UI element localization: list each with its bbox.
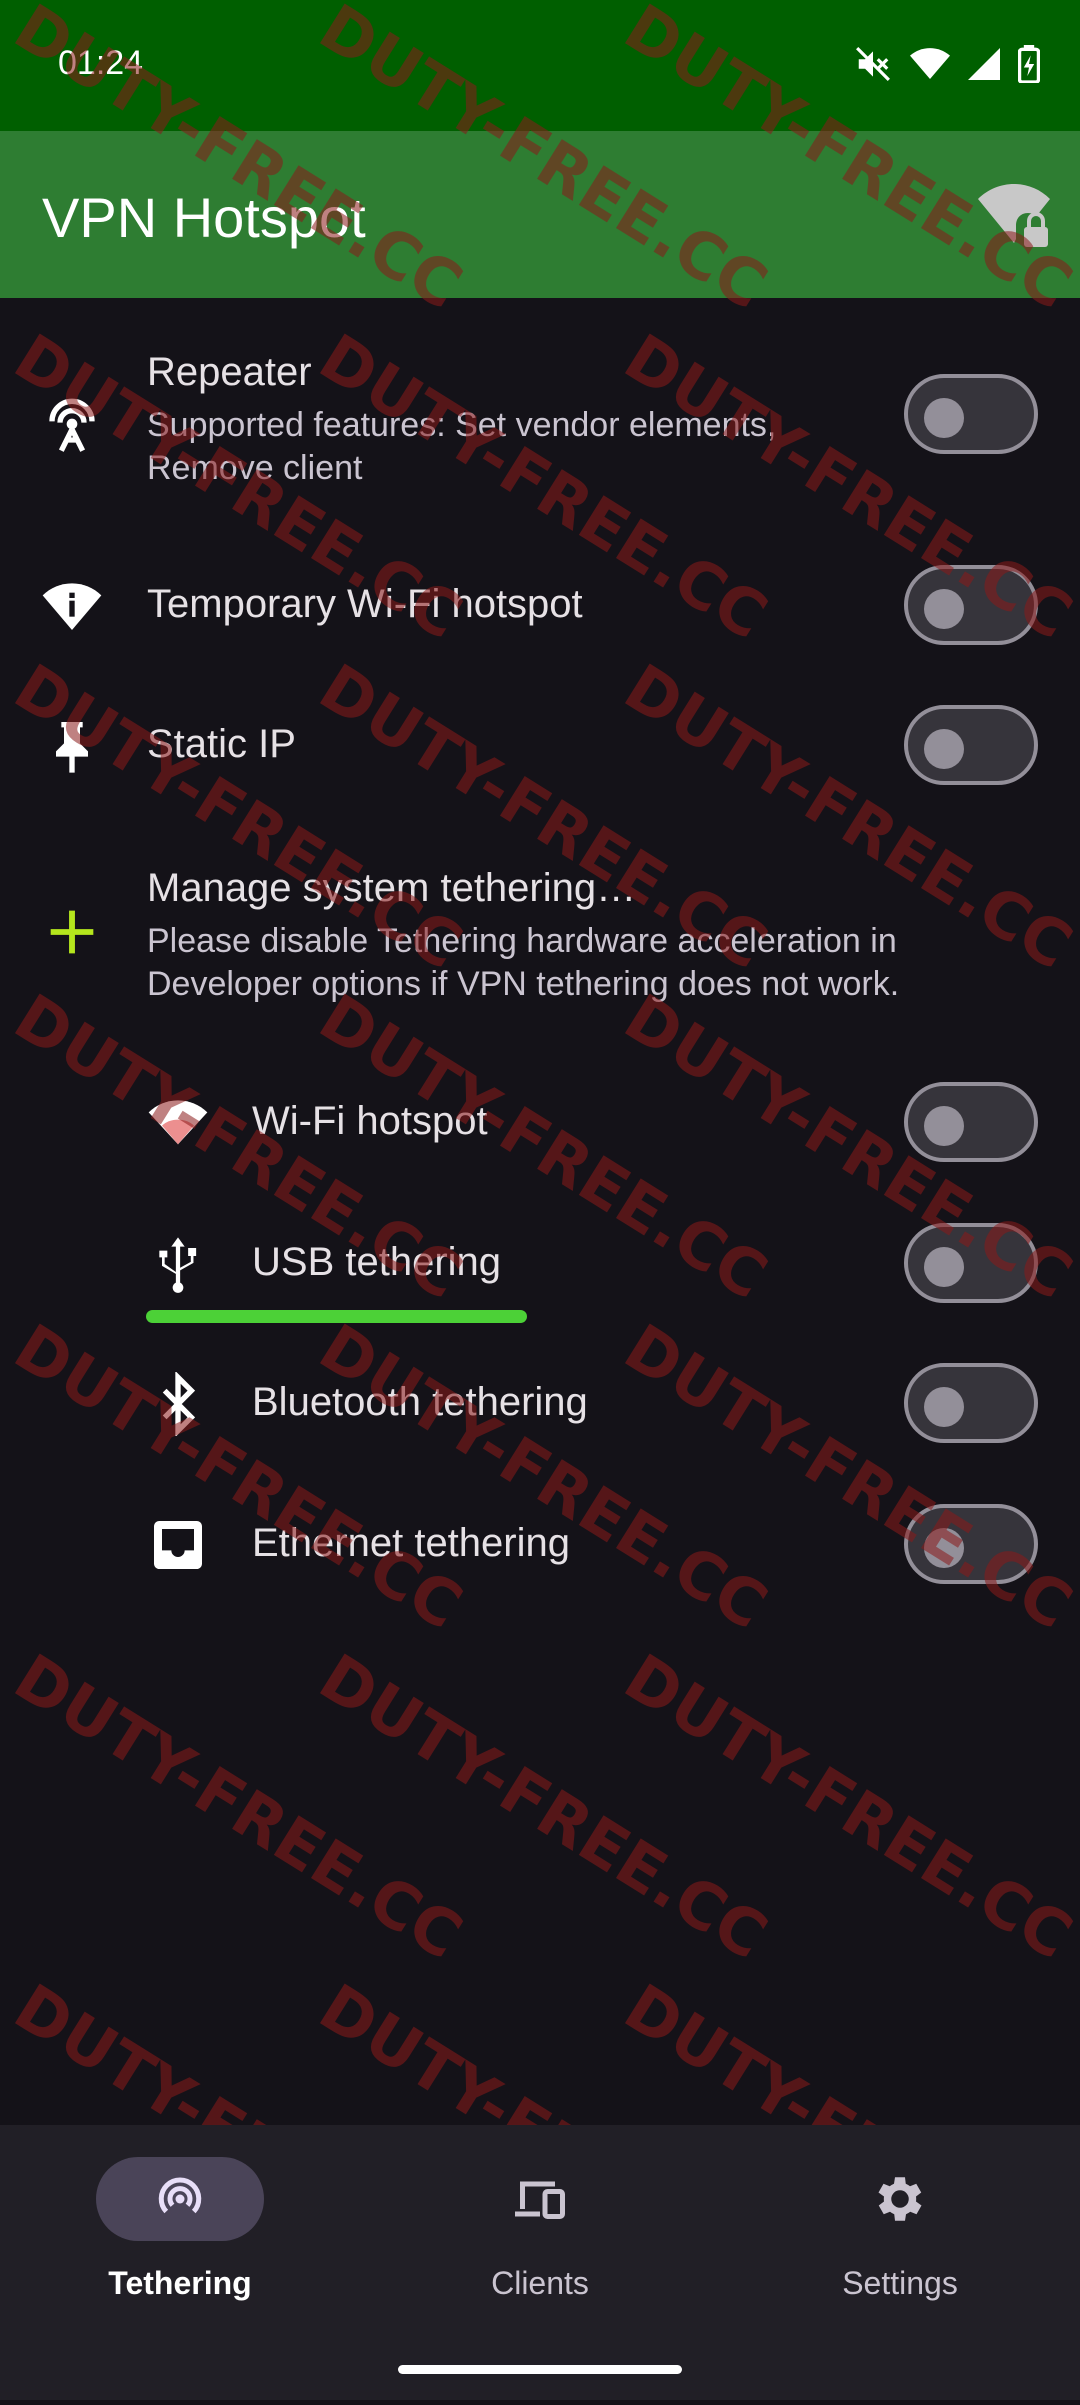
nav-settings[interactable]: Settings <box>720 2125 1080 2325</box>
usb-icon <box>146 1232 210 1296</box>
switch-thumb <box>924 1106 964 1146</box>
status-time: 01:24 <box>58 44 144 82</box>
watermark-text: DUTY-FREE.CC <box>612 1641 1080 1975</box>
usb-tethering-row[interactable]: USB tethering <box>0 1218 1080 1308</box>
gesture-bar[interactable] <box>398 2365 682 2374</box>
static-ip-row[interactable]: Static IP <box>0 700 1080 790</box>
static-ip-switch[interactable] <box>904 705 1038 785</box>
nav-tethering-label: Tethering <box>108 2265 252 2301</box>
wifi-icon <box>40 574 104 638</box>
repeater-switch[interactable] <box>904 374 1038 454</box>
wifi-icon <box>146 1091 210 1155</box>
nav-tethering[interactable]: Tethering <box>0 2125 360 2325</box>
manage-tethering-title: Manage system tethering… <box>147 866 637 910</box>
usb-tethering-underline <box>146 1310 527 1323</box>
status-bar: 01:24 <box>0 0 1080 131</box>
bluetooth-tethering-row[interactable]: Bluetooth tethering <box>0 1358 1080 1448</box>
switch-thumb <box>924 1387 964 1427</box>
switch-thumb <box>924 589 964 629</box>
bluetooth-tethering-title: Bluetooth tethering <box>252 1380 588 1424</box>
app-title: VPN Hotspot <box>42 186 366 249</box>
ethernet-icon <box>146 1513 210 1577</box>
nav-clients-label: Clients <box>491 2265 589 2301</box>
switch-thumb <box>924 1528 964 1568</box>
mute-icon <box>854 45 892 83</box>
tethering-icon <box>150 2169 210 2229</box>
app-bar: VPN Hotspot <box>0 131 1080 298</box>
repeater-title: Repeater <box>147 350 312 394</box>
nav-settings-label: Settings <box>842 2265 958 2301</box>
manage-tethering-row[interactable]: Manage system tethering… Please disable … <box>0 858 1080 1008</box>
watermark-text: DUTY-FREE.CC <box>307 1641 780 1975</box>
ethernet-tethering-title: Ethernet tethering <box>252 1521 570 1565</box>
temp-hotspot-row[interactable]: Temporary Wi-Fi hotspot <box>0 560 1080 650</box>
repeater-icon <box>40 392 104 456</box>
usb-tethering-switch[interactable] <box>904 1223 1038 1303</box>
wifi-hotspot-row[interactable]: Wi-Fi hotspot <box>0 1077 1080 1167</box>
manage-tethering-summary: Please disable Tethering hardware accele… <box>147 922 900 1003</box>
bluetooth-tethering-switch[interactable] <box>904 1363 1038 1443</box>
switch-thumb <box>924 1247 964 1287</box>
battery-icon <box>1018 45 1040 83</box>
signal-icon <box>968 47 1000 81</box>
ethernet-tethering-row[interactable]: Ethernet tethering <box>0 1499 1080 1589</box>
gear-icon <box>870 2169 930 2229</box>
wifi-lock-icon[interactable] <box>978 183 1050 249</box>
wifi-hotspot-switch[interactable] <box>904 1082 1038 1162</box>
bottom-nav: Tethering Clients Settings <box>0 2125 1080 2400</box>
bluetooth-icon <box>146 1372 210 1436</box>
switch-thumb <box>924 398 964 438</box>
watermark-text: DUTY-FREE.CC <box>2 1641 475 1975</box>
wifi-hotspot-title: Wi-Fi hotspot <box>252 1099 488 1143</box>
devices-icon <box>510 2169 570 2229</box>
temp-hotspot-switch[interactable] <box>904 565 1038 645</box>
status-icons <box>854 44 1040 84</box>
plus-icon <box>40 900 104 964</box>
wifi-icon <box>910 47 950 81</box>
repeater-row[interactable]: Repeater Supported features: Set vendor … <box>0 344 1080 494</box>
switch-thumb <box>924 729 964 769</box>
pin-icon <box>40 714 104 778</box>
repeater-summary: Supported features: Set vendor elements,… <box>147 406 777 487</box>
usb-tethering-title: USB tethering <box>252 1240 502 1284</box>
static-ip-title: Static IP <box>147 722 296 766</box>
temp-hotspot-title: Temporary Wi-Fi hotspot <box>147 582 583 626</box>
ethernet-tethering-switch[interactable] <box>904 1504 1038 1584</box>
nav-clients[interactable]: Clients <box>360 2125 720 2325</box>
